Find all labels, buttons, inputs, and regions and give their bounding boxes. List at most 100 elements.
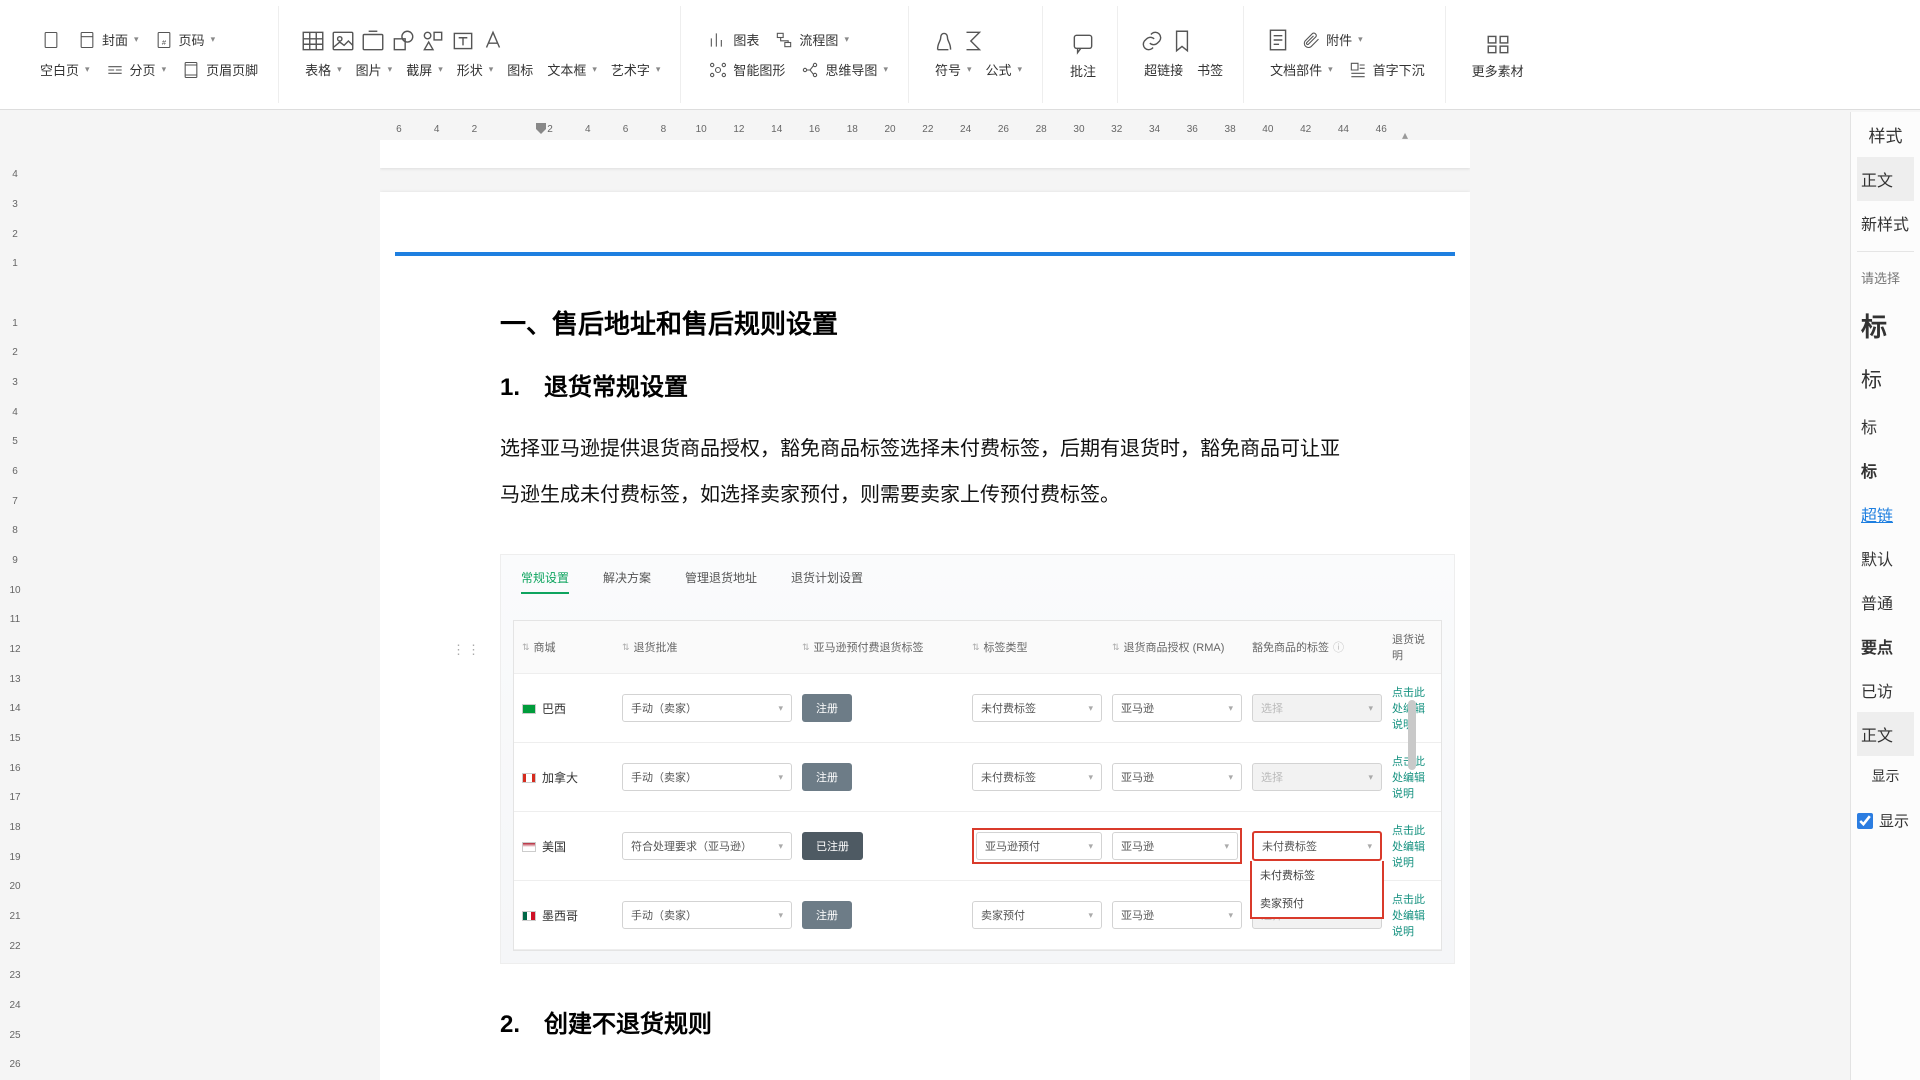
style-list-item[interactable]: 标: [1857, 354, 1914, 404]
symbol-button[interactable]: 符号 ▾: [929, 57, 978, 82]
ruler-tick: 4: [418, 124, 456, 135]
cell-register: 注册: [802, 763, 962, 791]
table-column-header: ⇅退货批准: [622, 639, 792, 655]
vertical-ruler[interactable]: 4321123456789101112131415161718192021222…: [4, 160, 26, 1080]
textbox-icon: [449, 27, 477, 55]
drag-handle-icon[interactable]: ⋮⋮: [452, 642, 482, 658]
show-checkbox[interactable]: [1857, 813, 1873, 829]
chevron-down-icon: ▾: [656, 64, 661, 75]
break-button[interactable]: 分页▾: [98, 56, 173, 84]
cell-approve-select: 手动（卖家）▾: [622, 763, 792, 791]
edit-instructions-link: 点击此处编辑说明: [1392, 822, 1433, 870]
group-insert: 表格▾ 图片▾ 截屏▾ 形状▾ 图标 文本框▾ 艺术字▾: [285, 6, 681, 103]
header-footer-button[interactable]: 页眉页脚: [174, 56, 264, 84]
shape-button[interactable]: 形状▾: [451, 57, 500, 82]
vruler-tick: 26: [4, 1050, 26, 1080]
display-toggle-label[interactable]: 显示: [1857, 756, 1914, 796]
attachment-button[interactable]: 附件▾: [1294, 26, 1369, 54]
ruler-tick: 14: [758, 124, 796, 135]
style-list-item[interactable]: 标: [1857, 297, 1914, 354]
wordart-label: 艺术字: [611, 60, 650, 79]
vruler-tick: 25: [4, 1020, 26, 1050]
blank-page-button[interactable]: [34, 26, 68, 54]
mindmap-button[interactable]: 思维导图▾: [793, 56, 894, 84]
break-icon: [104, 59, 126, 81]
styles-panel-title: 样式: [1857, 122, 1914, 147]
screenshot-icon: [359, 27, 387, 55]
icon-button[interactable]: 图标: [501, 57, 539, 82]
cell-country: 美国: [522, 838, 612, 855]
style-list-item[interactable]: 标: [1857, 448, 1914, 492]
cover-icon: [76, 29, 98, 51]
ruler-tick: 44: [1325, 124, 1363, 135]
style-list-item[interactable]: 超链: [1857, 492, 1914, 536]
chevron-down-icon: ▾: [388, 64, 393, 75]
group-docpart: 附件▾ 文档部件▾ 首字下沉: [1250, 6, 1446, 103]
cover-button[interactable]: 封面▾: [70, 26, 145, 54]
show-checkbox-label: 显示: [1879, 810, 1909, 831]
screenshot-label: 截屏: [406, 60, 432, 79]
table-header-row: ⇅商城⇅退货批准⇅亚马逊预付费退货标签⇅标签类型⇅退货商品授权 (RMA)豁免商…: [514, 621, 1441, 674]
style-list-item[interactable]: 普通: [1857, 580, 1914, 624]
vruler-tick: 15: [4, 724, 26, 754]
vruler-tick: 3: [4, 368, 26, 398]
pagenumber-button[interactable]: # 页码▾: [147, 26, 222, 54]
new-style-button[interactable]: 新样式: [1857, 201, 1914, 245]
flowchart-icon: [773, 29, 795, 51]
style-list-item[interactable]: 标: [1857, 404, 1914, 448]
table-row: 美国符合处理要求（亚马逊）▾已注册亚马逊预付▾亚马逊▾未付费标签▾未付费标签卖家…: [514, 812, 1441, 881]
symbol-label: 符号: [935, 60, 961, 79]
image-button[interactable]: 图片▾: [350, 57, 399, 82]
comment-button[interactable]: 批注: [1063, 26, 1103, 84]
blank-page-label-button[interactable]: 空白页▾: [34, 57, 96, 82]
scrollbar-thumb[interactable]: [1408, 700, 1416, 770]
smart-button[interactable]: 智能图形: [701, 56, 791, 84]
docpart-button[interactable]: 文档部件▾: [1264, 57, 1339, 82]
style-current[interactable]: 正文: [1857, 157, 1914, 201]
textbox-button[interactable]: 文本框▾: [541, 57, 603, 82]
cell-rma-select: 亚马逊▾: [1112, 694, 1242, 722]
style-list-item[interactable]: 默认: [1857, 536, 1914, 580]
docpart-icon: [1264, 26, 1292, 54]
cell-country: 墨西哥: [522, 907, 612, 924]
body-paragraph: 选择亚马逊提供退货商品授权，豁免商品标签选择未付费标签，后期有退货时，豁免商品可…: [500, 426, 1350, 518]
more-assets-button[interactable]: 更多素材: [1466, 26, 1530, 84]
vruler-tick: 22: [4, 931, 26, 961]
vruler-tick: 2: [4, 219, 26, 249]
register-button: 已注册: [802, 832, 863, 860]
cell-exempt: 选择▾: [1252, 763, 1382, 791]
bookmark-button[interactable]: 书签: [1191, 57, 1229, 82]
formula-button[interactable]: 公式▾: [980, 57, 1029, 82]
exempt-dropdown-menu: 未付费标签卖家预付: [1250, 861, 1384, 919]
wordart-button[interactable]: 艺术字 ▾: [605, 57, 667, 82]
symbol-icon: [929, 27, 957, 55]
vruler-tick: 13: [4, 664, 26, 694]
style-list-item[interactable]: 正文: [1857, 712, 1914, 756]
horizontal-ruler[interactable]: 6422468101214161820222426283032343638404…: [380, 118, 1400, 140]
header-footer-icon: [180, 59, 202, 81]
cell-exempt: 未付费标签▾未付费标签卖家预付: [1252, 831, 1382, 861]
chart-button[interactable]: 图表: [701, 26, 765, 54]
blank-page-icon: [40, 29, 62, 51]
cell-register: 注册: [802, 901, 962, 929]
chevron-down-icon: ▾: [592, 64, 597, 75]
vruler-tick: 18: [4, 813, 26, 843]
break-label: 分页: [130, 60, 156, 79]
style-list-item[interactable]: 已访: [1857, 668, 1914, 712]
hyperlink-button[interactable]: 超链接: [1138, 57, 1189, 82]
settings-tab: 退货计划设置: [791, 569, 863, 594]
cell-register: 注册: [802, 694, 962, 722]
dropcap-button[interactable]: 首字下沉: [1341, 56, 1431, 84]
iconlib-icon: [419, 27, 447, 55]
table-button[interactable]: 表格▾: [299, 57, 348, 82]
cell-rma-select: 亚马逊▾: [1112, 832, 1238, 860]
vruler-tick: 20: [4, 872, 26, 902]
chevron-down-icon: ▾: [967, 64, 972, 75]
style-list-item[interactable]: 要点: [1857, 624, 1914, 668]
ruler-tick: 26: [985, 124, 1023, 135]
screenshot-button[interactable]: 截屏▾: [400, 57, 449, 82]
cell-approve-select: 手动（卖家）▾: [622, 901, 792, 929]
page-top-rule: [395, 252, 1455, 256]
vruler-tick: 5: [4, 427, 26, 457]
flowchart-button[interactable]: 流程图▾: [767, 26, 855, 54]
